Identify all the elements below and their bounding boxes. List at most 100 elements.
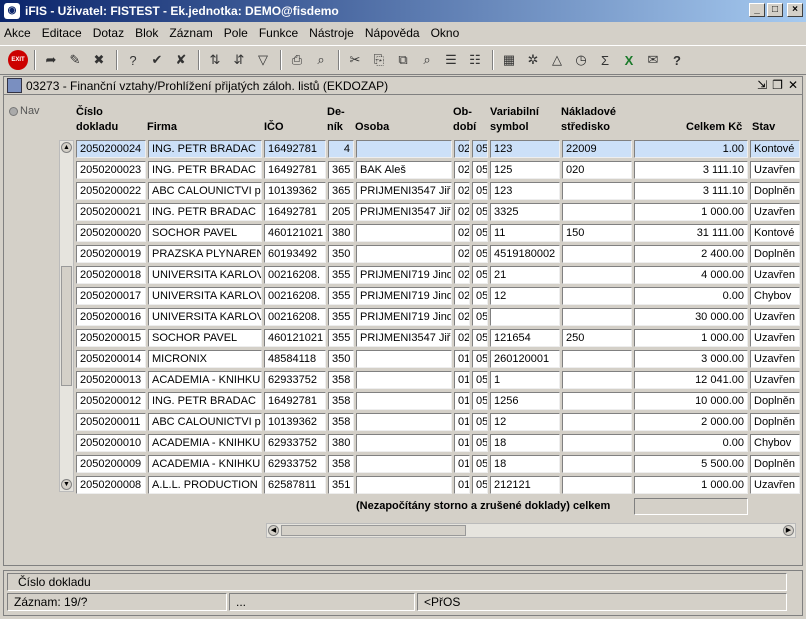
cell-stav[interactable]: Chybov: [750, 434, 800, 452]
cell-cislo-dokladu[interactable]: 2050200023: [76, 161, 146, 179]
cell-cislo-dokladu[interactable]: 2050200020: [76, 224, 146, 242]
cell-firma[interactable]: ING. PETR BRADAC: [148, 161, 262, 179]
cell-ico[interactable]: 62933752: [264, 455, 326, 473]
cell-stav[interactable]: Uzavřen: [750, 350, 800, 368]
paste-icon[interactable]: ⧉: [392, 49, 414, 71]
cell-variabilni-symbol[interactable]: 123: [490, 182, 560, 200]
cell-celkem[interactable]: 0.00: [634, 287, 748, 305]
cell-obdobi-rok[interactable]: 05: [472, 203, 488, 221]
cell-firma[interactable]: ACADEMIA - KNIHKUPE: [148, 455, 262, 473]
scroll-right-icon[interactable]: ▶: [783, 525, 794, 536]
cell-ico[interactable]: 460121021: [264, 329, 326, 347]
sum-icon[interactable]: Σ: [594, 49, 616, 71]
cell-variabilni-symbol[interactable]: 18: [490, 455, 560, 473]
menu-dotaz[interactable]: Dotaz: [93, 26, 124, 40]
cell-firma[interactable]: MICRONIX: [148, 350, 262, 368]
cell-nakladove-stredisko[interactable]: [562, 392, 632, 410]
maximize-button[interactable]: □: [767, 3, 783, 17]
cell-variabilni-symbol[interactable]: 260120001: [490, 350, 560, 368]
cell-denik[interactable]: 358: [328, 371, 354, 389]
cell-celkem[interactable]: 2 400.00: [634, 245, 748, 263]
cell-stav[interactable]: Uzavřen: [750, 371, 800, 389]
cell-osoba[interactable]: PRIJMENI719 Jindřiš: [356, 308, 452, 326]
cell-stav[interactable]: Uzavřen: [750, 329, 800, 347]
cell-obdobi-rok[interactable]: 05: [472, 350, 488, 368]
cell-obdobi-mesic[interactable]: 02: [454, 140, 470, 158]
cell-obdobi-mesic[interactable]: 02: [454, 245, 470, 263]
cell-osoba[interactable]: [356, 476, 452, 494]
cell-ico[interactable]: 60193492: [264, 245, 326, 263]
cell-osoba[interactable]: [356, 224, 452, 242]
cell-cislo-dokladu[interactable]: 2050200022: [76, 182, 146, 200]
query-icon[interactable]: ?: [122, 49, 144, 71]
cell-nakladove-stredisko[interactable]: [562, 287, 632, 305]
menu-pole[interactable]: Pole: [224, 26, 248, 40]
cell-ico[interactable]: 10139362: [264, 413, 326, 431]
cell-firma[interactable]: UNIVERSITA KARLOVA: [148, 287, 262, 305]
cell-cislo-dokladu[interactable]: 2050200018: [76, 266, 146, 284]
calculator-icon[interactable]: ▦: [498, 49, 520, 71]
menu-blok[interactable]: Blok: [135, 26, 158, 40]
gear-icon[interactable]: ✲: [522, 49, 544, 71]
cell-variabilni-symbol[interactable]: 125: [490, 161, 560, 179]
cell-firma[interactable]: ACADEMIA - KNIHKUPE: [148, 371, 262, 389]
cell-denik[interactable]: 365: [328, 182, 354, 200]
cell-obdobi-mesic[interactable]: 02: [454, 287, 470, 305]
cell-stav[interactable]: Doplněn: [750, 455, 800, 473]
cell-denik[interactable]: 350: [328, 245, 354, 263]
cell-celkem[interactable]: 12 041.00: [634, 371, 748, 389]
cell-osoba[interactable]: [356, 413, 452, 431]
cell-celkem[interactable]: 10 000.00: [634, 392, 748, 410]
menu-zaznam[interactable]: Záznam: [169, 26, 212, 40]
cell-denik[interactable]: 355: [328, 329, 354, 347]
vertical-scrollbar[interactable]: ▲ ▼: [59, 140, 74, 492]
form-close-icon[interactable]: ✕: [788, 78, 798, 92]
cell-variabilni-symbol[interactable]: 12: [490, 413, 560, 431]
cell-cislo-dokladu[interactable]: 2050200021: [76, 203, 146, 221]
cell-obdobi-mesic[interactable]: 01: [454, 371, 470, 389]
cell-variabilni-symbol[interactable]: 3325: [490, 203, 560, 221]
menu-akce[interactable]: Akce: [4, 26, 31, 40]
find-icon[interactable]: ⌕: [416, 49, 438, 71]
cell-cislo-dokladu[interactable]: 2050200019: [76, 245, 146, 263]
cell-celkem[interactable]: 3 111.10: [634, 161, 748, 179]
cell-osoba[interactable]: PRIJMENI3547 Jiřina: [356, 203, 452, 221]
cell-denik[interactable]: 350: [328, 350, 354, 368]
menu-funkce[interactable]: Funkce: [259, 26, 298, 40]
cell-obdobi-mesic[interactable]: 02: [454, 161, 470, 179]
cell-firma[interactable]: ING. PETR BRADAC: [148, 140, 262, 158]
cell-cislo-dokladu[interactable]: 2050200017: [76, 287, 146, 305]
cell-osoba[interactable]: [356, 455, 452, 473]
cell-stav[interactable]: Uzavřen: [750, 308, 800, 326]
cell-celkem[interactable]: 1 000.00: [634, 329, 748, 347]
cell-nakladove-stredisko[interactable]: [562, 308, 632, 326]
scroll-down-icon[interactable]: ▼: [61, 479, 72, 490]
cell-obdobi-rok[interactable]: 05: [472, 392, 488, 410]
cell-variabilni-symbol[interactable]: 18: [490, 434, 560, 452]
cell-obdobi-rok[interactable]: 05: [472, 434, 488, 452]
cell-obdobi-mesic[interactable]: 02: [454, 203, 470, 221]
sort-desc-icon[interactable]: ⇵: [228, 49, 250, 71]
cell-stav[interactable]: Kontové: [750, 224, 800, 242]
cell-obdobi-rok[interactable]: 05: [472, 182, 488, 200]
cell-obdobi-mesic[interactable]: 01: [454, 350, 470, 368]
close-button[interactable]: ×: [787, 3, 803, 17]
scroll-thumb[interactable]: [61, 266, 72, 386]
cell-stav[interactable]: Doplněn: [750, 182, 800, 200]
scroll-thumb[interactable]: [281, 525, 466, 536]
triangle-icon[interactable]: △: [546, 49, 568, 71]
cell-firma[interactable]: ING. PETR BRADAC: [148, 392, 262, 410]
menu-napoveda[interactable]: Nápověda: [365, 26, 420, 40]
cell-ico[interactable]: 62933752: [264, 434, 326, 452]
cell-cislo-dokladu[interactable]: 2050200010: [76, 434, 146, 452]
edit-icon[interactable]: ✎: [64, 49, 86, 71]
cell-firma[interactable]: ACADEMIA - KNIHKUPE: [148, 434, 262, 452]
cell-osoba[interactable]: [356, 140, 452, 158]
cell-ico[interactable]: 62933752: [264, 371, 326, 389]
cell-denik[interactable]: 358: [328, 455, 354, 473]
minimize-button[interactable]: _: [749, 3, 765, 17]
cell-stav[interactable]: Uzavřen: [750, 203, 800, 221]
cell-nakladove-stredisko[interactable]: [562, 371, 632, 389]
cell-obdobi-mesic[interactable]: 02: [454, 308, 470, 326]
cell-firma[interactable]: A.L.L. PRODUCTION: [148, 476, 262, 494]
